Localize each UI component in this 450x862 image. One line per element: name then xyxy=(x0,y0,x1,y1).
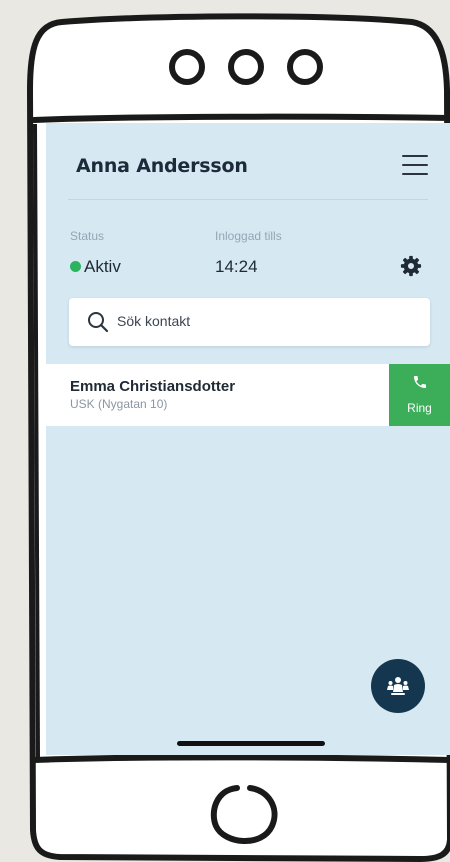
call-button[interactable]: Ring xyxy=(389,364,450,426)
logged-in-label: Inloggad tills xyxy=(215,229,282,243)
status-value: Aktiv xyxy=(70,257,121,277)
search-input[interactable]: Sök kontakt xyxy=(69,298,430,346)
contact-location: USK (Nygatan 10) xyxy=(70,397,168,411)
group-button[interactable] xyxy=(371,659,425,713)
logged-in-time: 14:24 xyxy=(215,257,258,276)
phone-icon xyxy=(414,376,426,388)
status-label: Status xyxy=(70,229,105,243)
status-text: Aktiv xyxy=(84,257,121,276)
home-indicator xyxy=(177,741,325,746)
search-placeholder: Sök kontakt xyxy=(117,313,191,329)
call-button-label: Ring xyxy=(407,401,432,415)
contact-row[interactable]: Emma Christiansdotter USK (Nygatan 10) R… xyxy=(46,364,450,426)
header-divider xyxy=(68,199,428,200)
user-name: Anna Andersson xyxy=(76,155,248,177)
contact-name: Emma Christiansdotter xyxy=(70,378,236,395)
group-icon xyxy=(387,677,409,695)
gear-icon[interactable] xyxy=(400,255,422,277)
status-dot xyxy=(70,261,81,272)
search-icon xyxy=(88,312,109,333)
app-screen: Anna Andersson Status Inloggad tills Akt… xyxy=(46,123,450,755)
hamburger-icon[interactable] xyxy=(402,155,428,177)
